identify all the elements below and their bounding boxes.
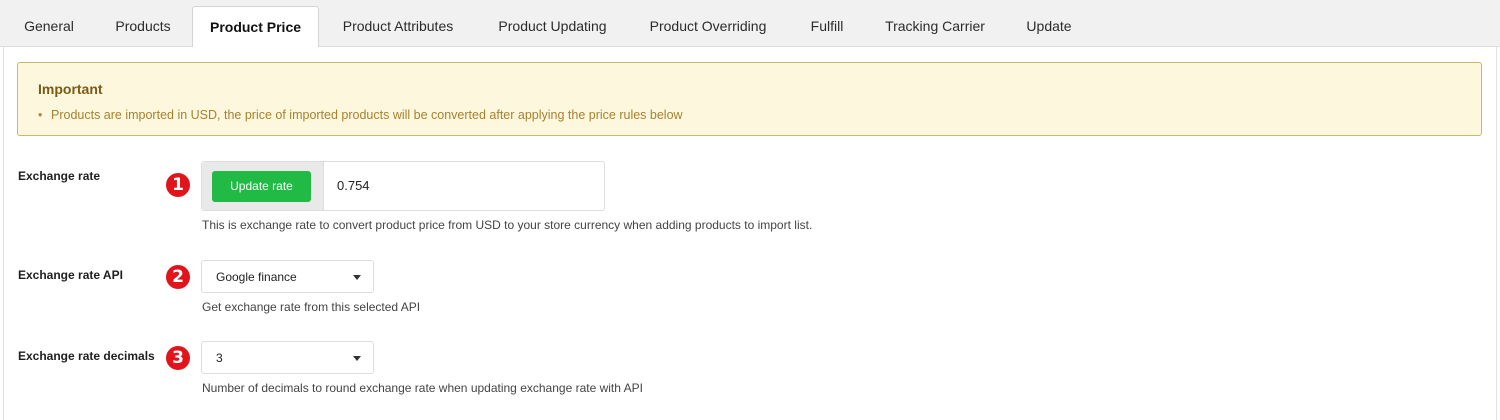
exchange-rate-api-select[interactable]: Google finance xyxy=(201,260,374,293)
important-notice: Important • Products are imported in USD… xyxy=(17,62,1482,136)
exchange-rate-label: Exchange rate xyxy=(18,169,101,183)
notice-text: Products are imported in USD, the price … xyxy=(51,108,683,122)
step-badge-3: 3 xyxy=(166,346,190,370)
exchange-rate-decimals-value: 3 xyxy=(216,351,223,365)
tab-product-price[interactable]: Product Price xyxy=(192,6,319,48)
settings-tab-bar: General Products Product Price Product A… xyxy=(0,0,1500,48)
notice-bullet: • xyxy=(38,108,43,122)
exchange-rate-input-group: Update rate 0.754 xyxy=(201,161,605,211)
exchange-rate-help: This is exchange rate to convert product… xyxy=(202,218,813,232)
tab-product-updating[interactable]: Product Updating xyxy=(480,6,625,47)
tab-update[interactable]: Update xyxy=(1008,6,1090,47)
exchange-rate-input[interactable]: 0.754 xyxy=(337,178,370,193)
tab-products[interactable]: Products xyxy=(96,6,190,47)
tab-tracking-carrier[interactable]: Tracking Carrier xyxy=(868,6,1002,47)
notice-title: Important xyxy=(38,81,103,97)
exchange-rate-api-help: Get exchange rate from this selected API xyxy=(202,300,421,314)
tab-fulfill[interactable]: Fulfill xyxy=(792,6,862,47)
exchange-rate-decimals-select[interactable]: 3 xyxy=(201,341,374,374)
chevron-down-icon xyxy=(353,356,361,361)
exchange-rate-api-value: Google finance xyxy=(216,270,297,284)
tab-general[interactable]: General xyxy=(8,6,90,47)
tab-product-attributes[interactable]: Product Attributes xyxy=(322,6,474,47)
exchange-rate-decimals-help: Number of decimals to round exchange rat… xyxy=(202,381,643,395)
step-badge-2: 2 xyxy=(166,265,190,289)
tab-product-overriding[interactable]: Product Overriding xyxy=(630,6,786,47)
update-rate-button[interactable]: Update rate xyxy=(212,171,311,202)
exchange-rate-api-label: Exchange rate API xyxy=(18,268,123,282)
step-badge-1: 1 xyxy=(166,173,190,197)
exchange-rate-decimals-label: Exchange rate decimals xyxy=(18,349,155,363)
chevron-down-icon xyxy=(353,275,361,280)
exchange-rate-addon: Update rate xyxy=(202,162,324,210)
